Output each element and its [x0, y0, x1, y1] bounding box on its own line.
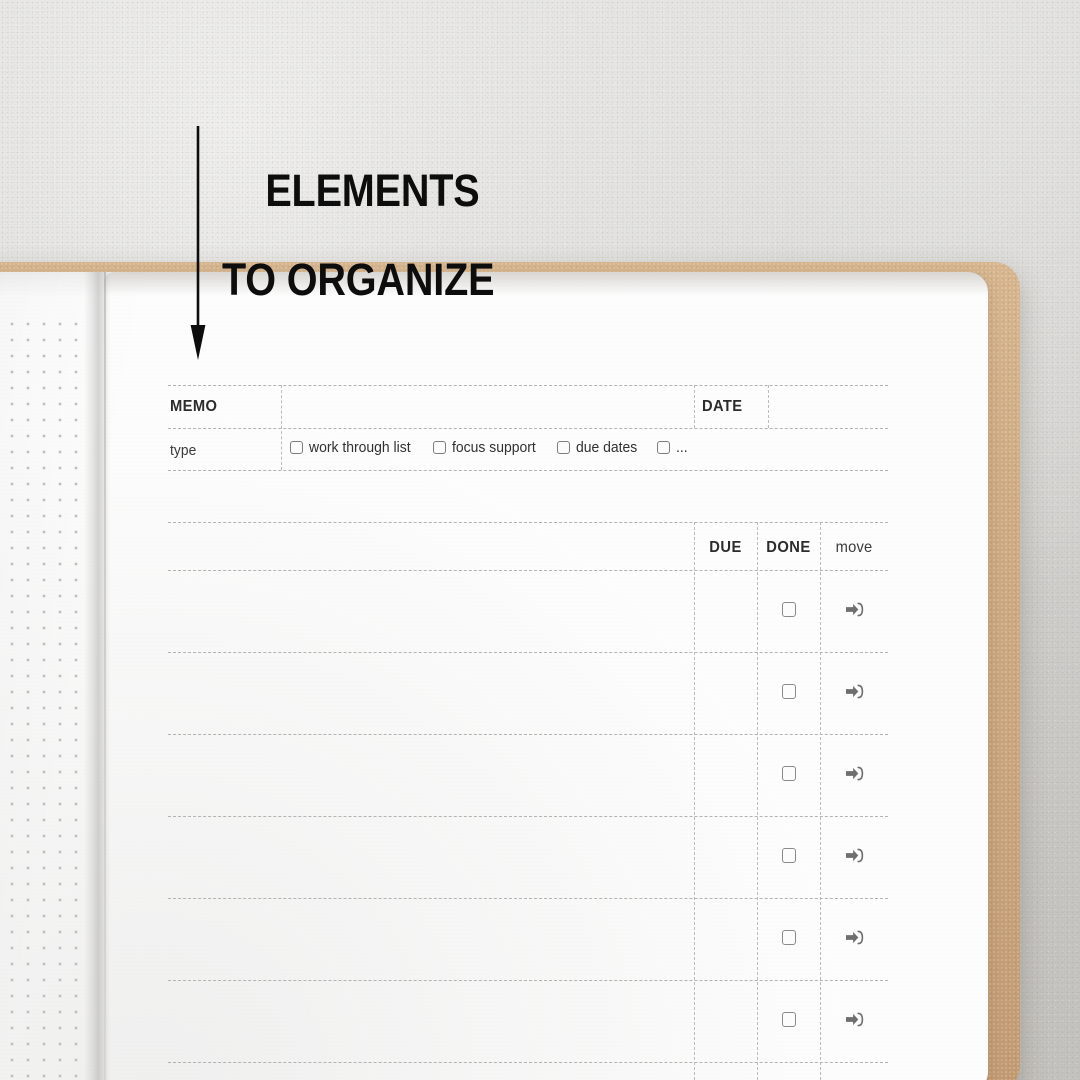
table-header-rule [168, 570, 888, 571]
move-in-icon [845, 930, 863, 944]
table-row[interactable] [757, 759, 820, 787]
date-label: DATE [702, 398, 743, 415]
table-row-rule [168, 816, 888, 817]
page-grain [0, 272, 988, 1080]
down-arrow-icon [190, 126, 212, 367]
type-bottom-rule [168, 470, 888, 471]
done-checkbox-icon[interactable] [781, 1011, 796, 1027]
page-title: ELEMENTS TO ORGANIZE [222, 124, 495, 391]
done-checkbox-icon[interactable] [781, 683, 796, 699]
type-option-label: focus support [452, 439, 536, 456]
table-row-rule [168, 1062, 888, 1063]
book-spine-line [104, 272, 106, 1080]
type-option-label: ... [676, 439, 688, 456]
type-label: type [170, 442, 197, 459]
table-row-rule [168, 980, 888, 981]
table-top-rule [168, 522, 888, 523]
table-row[interactable] [757, 923, 820, 951]
move-button[interactable] [820, 841, 888, 869]
column-header-move: move [835, 539, 873, 556]
table-row[interactable] [757, 841, 820, 869]
move-in-icon [845, 1012, 863, 1026]
type-option-other[interactable]: ... [657, 439, 689, 456]
move-button[interactable] [820, 677, 888, 705]
move-in-icon [845, 684, 863, 698]
date-right-divider [768, 385, 769, 428]
type-option-label: work through list [309, 439, 411, 456]
type-option-label: due dates [576, 439, 638, 456]
move-in-icon [845, 602, 863, 616]
page-title-line2: TO ORGANIZE [222, 253, 495, 305]
table-row[interactable] [757, 595, 820, 623]
type-option-due-dates[interactable]: due dates [557, 439, 642, 456]
due-column-divider [694, 522, 695, 1080]
page-title-line1: ELEMENTS [265, 164, 480, 216]
checkbox-icon[interactable] [290, 441, 303, 454]
memo-bottom-rule [168, 428, 888, 429]
type-options-group: work through list focus support due date… [290, 439, 689, 456]
column-header-due: DUE [709, 539, 742, 556]
move-button[interactable] [820, 759, 888, 787]
type-option-work-through-list[interactable]: work through list [290, 439, 418, 456]
table-row-rule [168, 734, 888, 735]
table-row[interactable] [757, 677, 820, 705]
label-column-divider [281, 385, 282, 470]
table-row[interactable] [757, 1005, 820, 1033]
move-in-icon [845, 766, 863, 780]
move-in-icon [845, 848, 863, 862]
move-button[interactable] [820, 1005, 888, 1033]
checkbox-icon[interactable] [657, 441, 671, 454]
checkbox-icon[interactable] [557, 441, 571, 454]
done-checkbox-icon[interactable] [781, 929, 796, 945]
left-page-dot-grid [0, 312, 88, 1080]
done-checkbox-icon[interactable] [781, 847, 796, 863]
notebook-scene: ELEMENTS TO ORGANIZE MEMO DATE type work… [0, 0, 1080, 1080]
table-row-rule [168, 652, 888, 653]
notebook-pages [0, 272, 988, 1080]
memo-top-rule [168, 385, 888, 386]
book-spine-shadow [84, 272, 110, 1080]
move-button[interactable] [820, 595, 888, 623]
done-checkbox-icon[interactable] [781, 601, 796, 617]
type-option-focus-support[interactable]: focus support [433, 439, 542, 456]
memo-label: MEMO [170, 398, 218, 415]
move-button[interactable] [820, 923, 888, 951]
date-left-divider [694, 385, 695, 428]
table-row-rule [168, 898, 888, 899]
checkbox-icon[interactable] [433, 441, 447, 454]
column-header-done: DONE [766, 539, 811, 556]
done-checkbox-icon[interactable] [781, 765, 796, 781]
